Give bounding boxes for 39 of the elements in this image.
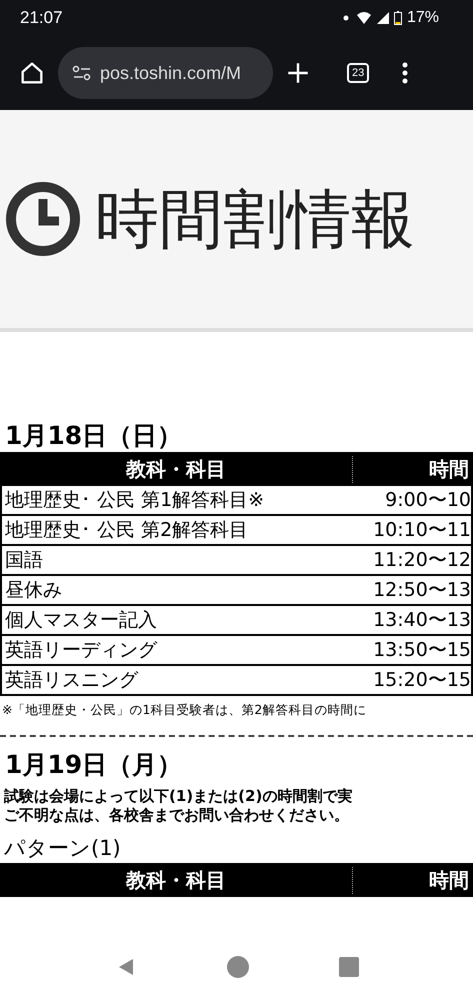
wifi-icon (356, 11, 372, 25)
signal-icon (376, 12, 389, 24)
table-cell-text: 13:40〜13 (372, 608, 471, 633)
battery-icon (394, 11, 402, 25)
notice-text: ご不明な点は、各校舎までお問い合わせください。 (4, 806, 350, 825)
home-button-icon[interactable] (226, 956, 248, 978)
table-cell-text: 英語リスニング (4, 668, 140, 693)
url-text: pos.toshin.com/M (100, 62, 242, 84)
table-cell-text: 地理歴史･ 公民 第2解答科目 (4, 518, 250, 543)
table-cell-text: 個人マスター記入 (4, 608, 158, 633)
column-header: 教科・科目 (0, 866, 353, 894)
table-cell-text: 13:50〜15 (372, 638, 471, 663)
clock-time: 21:07 (20, 8, 63, 28)
table-cell-text: 昼休み (4, 578, 63, 603)
tab-count-button[interactable]: 23 (347, 63, 370, 83)
table-cell-text: 9:00〜10 (384, 488, 471, 513)
footnote: ※「地理歴史・公民」の1科目受験者は、第2解答科目の時間に (1, 701, 368, 719)
notice-text: 試験は会場によって以下(1)または(2)の時間割で実 (4, 787, 354, 806)
column-header: 時間 (428, 456, 470, 482)
table-cell-text: 10:10〜11 (372, 518, 471, 543)
table-cell-text: 地理歴史･ 公民 第1解答科目※ (4, 488, 266, 513)
date-heading: 1月18日（日） (4, 420, 184, 452)
table-cell-text: 英語リーディング (4, 638, 158, 663)
recents-icon[interactable] (338, 957, 358, 977)
dot-icon (340, 13, 351, 23)
column-header: 教科・科目 (0, 456, 353, 482)
clock-icon (5, 181, 81, 257)
address-bar[interactable]: pos.toshin.com/M (58, 47, 273, 99)
date-heading: 1月19日（月） (4, 749, 184, 781)
site-settings-icon[interactable] (72, 65, 92, 81)
table-cell-text: 15:20〜15 (372, 668, 471, 693)
page-title: 時間割情報 (95, 182, 415, 258)
column-header: 時間 (428, 866, 470, 894)
battery-percent: 17% (406, 9, 439, 27)
table-cell-text: 11:20〜12 (372, 548, 471, 573)
table-cell-text: 国語 (4, 548, 44, 573)
table-cell-text: 12:50〜13 (372, 578, 471, 603)
menu-icon[interactable] (401, 61, 410, 85)
pattern-heading: パターン(1) (3, 835, 122, 862)
